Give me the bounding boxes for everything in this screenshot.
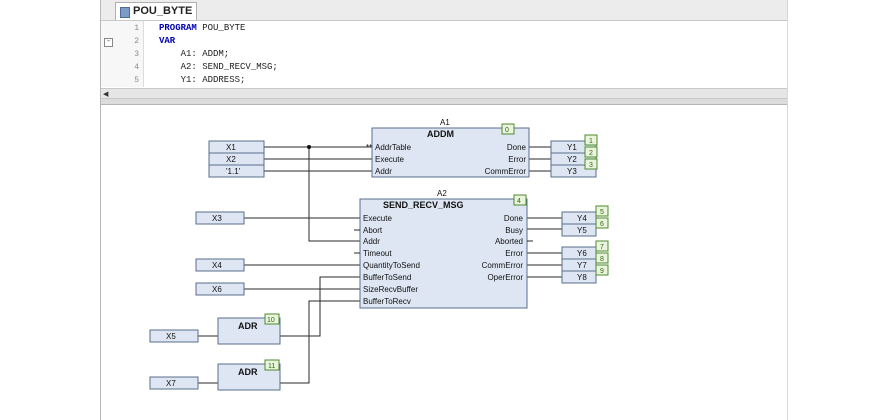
var-label: X2	[226, 155, 236, 164]
output-pin: Done	[504, 214, 524, 223]
var-label: X3	[212, 214, 222, 223]
execution-order: 3	[589, 162, 593, 169]
output-pin: Error	[508, 155, 526, 164]
execution-order: 11	[268, 363, 275, 370]
input-pin: BufferToRecv	[363, 297, 411, 306]
block-instance-name: A1	[440, 118, 450, 127]
function-block-addm[interactable]: A1 ADDM 0 ** AddrTable Execute Addr Done…	[366, 118, 530, 178]
input-pin: AddrTable	[375, 143, 412, 152]
var-label: X7	[166, 379, 176, 388]
input-pin: QuantityToSend	[363, 261, 420, 270]
output-pin: CommError	[485, 167, 527, 176]
execution-order: 7	[600, 244, 604, 251]
input-pin: SizeRecvBuffer	[363, 285, 418, 294]
input-var-x4[interactable]: X4	[195, 258, 245, 272]
block-type-name: SEND_RECV_MSG	[383, 200, 464, 210]
wire[interactable]	[280, 276, 360, 337]
var-label: X5	[166, 332, 176, 341]
input-pin: Execute	[363, 214, 392, 223]
var-label: Y6	[577, 249, 587, 258]
input-pin: Addr	[363, 237, 380, 246]
block-type-name: ADDM	[427, 129, 454, 139]
output-pin: OperError	[487, 273, 523, 282]
function-block-send-recv-msg[interactable]: A2 SEND_RECV_MSG 4 Execute Abort Addr Ti…	[354, 189, 533, 309]
junction-dot	[307, 145, 311, 149]
input-var-x6[interactable]: X6	[195, 282, 245, 296]
block-type-name: ADR	[238, 321, 258, 331]
output-pin: Aborted	[495, 237, 523, 246]
var-label: X4	[212, 261, 222, 270]
execution-order: 4	[517, 198, 521, 205]
var-label: Y1	[567, 143, 577, 152]
cfc-diagram-canvas[interactable]: X1 X2 '1.1' A1 ADDM 0 ** AddrTable Execu…	[0, 0, 890, 420]
input-var-x5[interactable]: X5	[149, 329, 199, 343]
input-var-x3[interactable]: X3	[195, 211, 245, 225]
input-pin: Timeout	[363, 249, 392, 258]
var-label: X6	[212, 285, 222, 294]
var-label: Y3	[567, 167, 577, 176]
input-pin: Addr	[375, 167, 392, 176]
input-var-const[interactable]: '1.1'	[208, 164, 265, 178]
function-block-adr-2[interactable]: ADR 11	[217, 359, 281, 391]
pin-marker: **	[366, 143, 372, 152]
output-pin: Error	[505, 249, 523, 258]
execution-order: 8	[600, 256, 604, 263]
output-pin: Done	[507, 143, 527, 152]
execution-order: 2	[589, 150, 593, 157]
output-pin: CommError	[482, 261, 524, 270]
var-label: Y7	[577, 261, 587, 270]
var-label: X1	[226, 143, 236, 152]
input-pin: BufferToSend	[363, 273, 411, 282]
input-pin: Execute	[375, 155, 404, 164]
output-pin: Busy	[505, 226, 523, 235]
input-var-x1[interactable]: X1	[208, 140, 265, 154]
input-var-x7[interactable]: X7	[149, 376, 199, 390]
execution-order: 0	[505, 127, 509, 134]
input-pin: Abort	[363, 226, 383, 235]
input-var-x2[interactable]: X2	[208, 152, 265, 166]
wire[interactable]	[308, 147, 360, 242]
function-block-adr-1[interactable]: ADR 10	[217, 313, 281, 345]
block-type-name: ADR	[238, 367, 258, 377]
var-label: Y5	[577, 226, 587, 235]
block-instance-name: A2	[437, 189, 447, 198]
execution-order: 6	[600, 221, 604, 228]
execution-order: 9	[600, 268, 604, 275]
var-label: Y2	[567, 155, 577, 164]
var-label: '1.1'	[226, 167, 241, 176]
var-label: Y8	[577, 273, 587, 282]
execution-order: 5	[600, 209, 604, 216]
execution-order: 10	[267, 317, 275, 324]
var-label: Y4	[577, 214, 587, 223]
execution-order: 1	[589, 138, 593, 145]
